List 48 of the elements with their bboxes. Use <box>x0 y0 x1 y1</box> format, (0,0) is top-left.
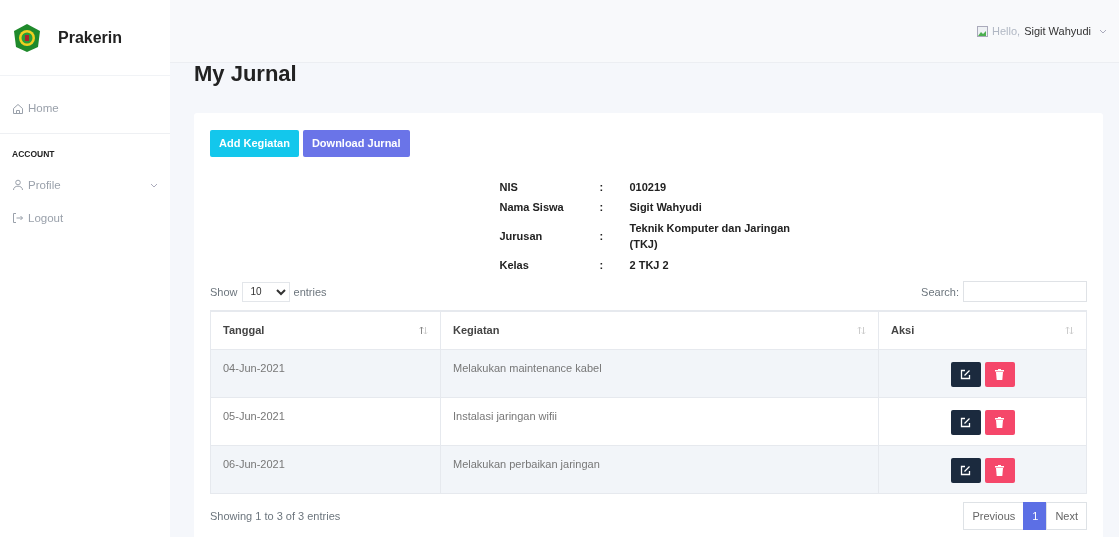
separator: : <box>599 254 630 276</box>
field-label: Nama Siswa <box>499 197 600 218</box>
delete-button[interactable] <box>984 457 1015 483</box>
search-label: Search: <box>921 284 959 300</box>
table-info: Showing 1 to 3 of 3 entries <box>210 508 341 524</box>
edit-button[interactable] <box>950 409 981 435</box>
table-cell: Melakukan perbaikan jaringan <box>440 445 879 494</box>
field-label: Kelas <box>499 254 600 276</box>
show-label: Show <box>210 284 238 300</box>
page-title: My Jurnal <box>193 61 298 88</box>
search-field[interactable] <box>963 281 1087 303</box>
user-menu[interactable]: Hello, Sigit Wahyudi <box>992 22 1107 40</box>
edit-icon <box>960 416 971 428</box>
edit-button[interactable] <box>950 361 981 387</box>
edit-icon <box>960 368 971 380</box>
home-icon <box>12 102 24 115</box>
separator: : <box>599 176 630 198</box>
separator: : <box>599 217 630 255</box>
page-button[interactable]: Previous <box>963 501 1025 531</box>
field-label: NIS <box>499 176 600 198</box>
page-button[interactable]: 1 <box>1023 501 1048 531</box>
table-cell: 04-Jun-2021 <box>210 349 441 398</box>
table-cell: 06-Jun-2021 <box>210 445 441 494</box>
delete-button[interactable] <box>984 409 1015 435</box>
field-value: 010219 <box>629 179 668 195</box>
page-button[interactable]: Next <box>1046 501 1087 531</box>
chevron-down-icon <box>1099 28 1107 34</box>
trash-icon <box>995 368 1004 380</box>
logout-icon <box>12 212 24 225</box>
field-value: Teknik Komputer dan Jaringan (TKJ) <box>629 220 792 253</box>
field-value: 2 TKJ 2 <box>629 257 670 273</box>
school-logo-icon <box>12 22 42 53</box>
field-value: Sigit Wahyudi <box>629 200 703 216</box>
delete-button[interactable] <box>984 361 1015 387</box>
edit-icon <box>960 464 971 476</box>
entries-select[interactable]: 10 <box>241 281 290 302</box>
edit-button[interactable] <box>950 457 981 483</box>
field-label: Jurusan <box>499 217 600 255</box>
entries-label: entries <box>293 284 327 300</box>
download-button[interactable]: Download Jurnal <box>302 130 410 157</box>
trash-icon <box>995 416 1004 428</box>
brand-name: Prakerin <box>58 27 123 48</box>
broken-image-icon <box>977 25 989 37</box>
section-heading: ACCOUNT <box>0 133 170 169</box>
separator: : <box>599 197 630 218</box>
trash-icon <box>995 464 1004 476</box>
table-cell: Melakukan maintenance kabel <box>440 349 879 398</box>
user-icon <box>12 179 24 192</box>
